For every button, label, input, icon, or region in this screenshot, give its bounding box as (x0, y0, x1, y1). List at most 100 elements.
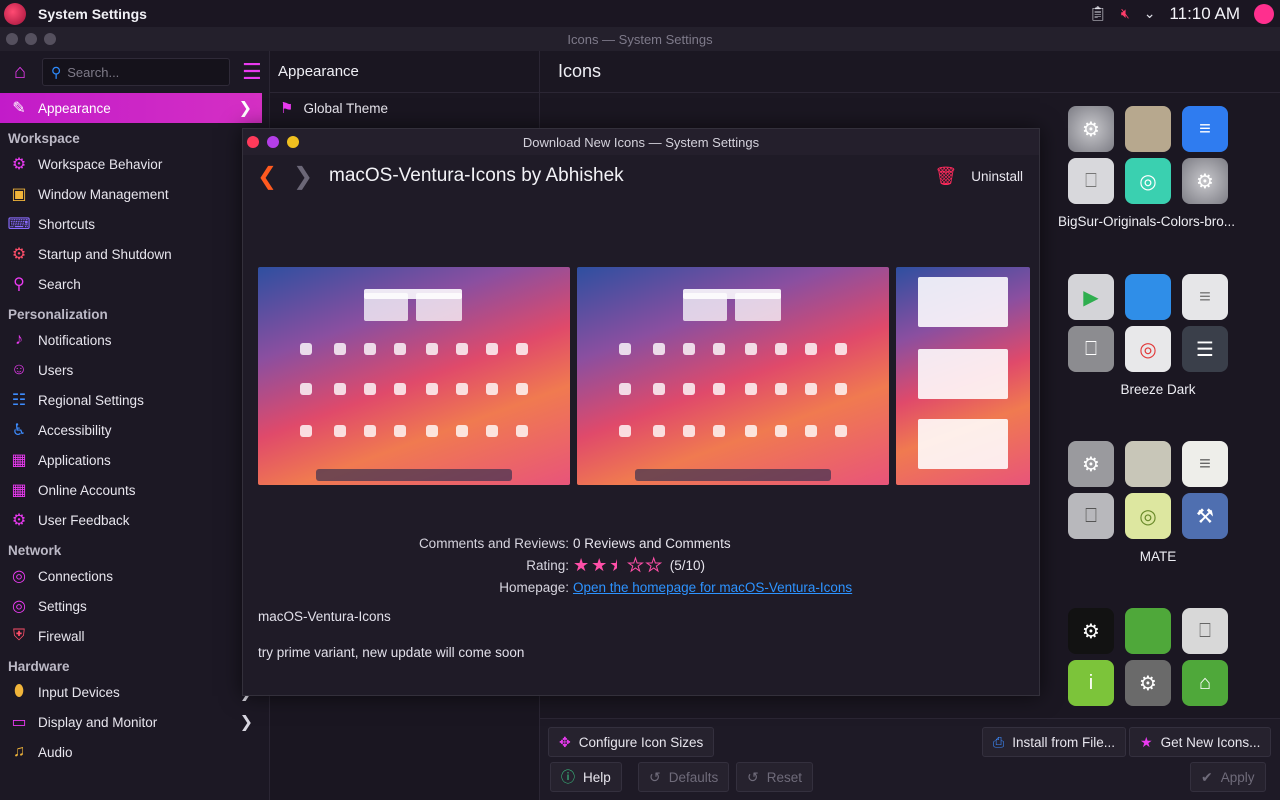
gear-icon: ⚙ (1068, 608, 1114, 654)
preview-screenshot[interactable] (577, 267, 889, 485)
back-arrow-icon[interactable]: ❮ (257, 162, 277, 191)
dialog-minimize-button[interactable] (267, 136, 279, 148)
home-icon[interactable]: ⌂ (8, 61, 32, 84)
sidebar-item-online-accounts[interactable]: ▦ Online Accounts (0, 475, 269, 505)
avatar[interactable] (1254, 3, 1274, 24)
preview-screenshot[interactable] (896, 267, 1030, 485)
homepage-label: Homepage: (499, 579, 569, 595)
reset-button[interactable]: ↺ Reset (736, 762, 814, 792)
keyboard-icon: ⌨ (7, 216, 31, 233)
rating-text: (5/10) (669, 557, 705, 573)
speaker-icon: ♫ (13, 743, 25, 760)
list-item-global-theme[interactable]: ⚑ Global Theme (270, 93, 539, 123)
apply-button[interactable]: ✔ Apply (1190, 762, 1266, 792)
install-from-file-button[interactable]: ⎙ Install from File... (982, 727, 1126, 757)
defaults-button[interactable]: ↺ Defaults (638, 762, 730, 792)
close-window-button[interactable] (6, 33, 18, 45)
reset-icon: ↺ (747, 768, 759, 785)
sidebar-item-regional-settings[interactable]: ☷ Regional Settings (0, 385, 269, 415)
dialog-close-button[interactable] (247, 136, 259, 148)
app-logo-icon[interactable] (4, 2, 26, 25)
get-new-icons-button[interactable]: ★ Get New Icons... (1129, 727, 1272, 757)
preview-screenshot[interactable] (258, 267, 570, 485)
bottom-action-bar: ✥ Configure Icon Sizes ⎙ Install from Fi… (540, 718, 1280, 800)
defaults-icon: ↺ (649, 768, 661, 785)
section-header-network: Network (8, 543, 62, 558)
uninstall-button[interactable]: 🗑︎ Uninstall (934, 166, 1023, 187)
search-input[interactable] (67, 64, 218, 80)
sidebar-item-notifications[interactable]: ♪ Notifications (0, 325, 269, 355)
dialog-title: Download New Icons — System Settings (522, 134, 760, 150)
file-install-icon: ⎙ (993, 733, 1005, 750)
folder-icon (1125, 106, 1171, 152)
comments-label: Comments and Reviews: (418, 535, 569, 551)
chevron-down-icon[interactable]: ⌄ (1144, 5, 1156, 22)
folder-icon (1125, 608, 1171, 654)
sidebar-item-window-management[interactable]: ▣ Window Management (0, 179, 269, 209)
search-icon: ⚲ (51, 63, 62, 80)
section-header-hardware: Hardware (8, 659, 70, 674)
icon-theme-breeze-dark[interactable]: ▶ ≡ ⎕ ◎ ☰ Breeze Dark (1058, 274, 1280, 397)
app-name: System Settings (38, 5, 147, 22)
gear-icon: ⚙ (11, 512, 27, 529)
sidebar-item-audio[interactable]: ♫ Audio (0, 737, 269, 767)
item-heading: macOS-Ventura-Icons by Abhishek (329, 165, 624, 186)
sidebar-item-display-monitor[interactable]: ▭ Display and Monitor ❯ (0, 707, 269, 737)
forward-arrow-icon[interactable]: ❯ (293, 162, 313, 191)
shield-icon: ⛨ (12, 627, 25, 644)
sidebar-item-workspace-behavior[interactable]: ⚙ Workspace Behavior (0, 149, 269, 179)
sidebar-item-users[interactable]: ☺ Users (0, 355, 269, 385)
dialog-titlebar: Download New Icons — System Settings (243, 129, 1039, 155)
document-icon: ≡ (1182, 106, 1228, 152)
mouse-icon: ⬮ (13, 683, 25, 700)
volume-muted-icon[interactable]: 🔇︎ (1121, 5, 1130, 22)
search-field[interactable]: ⚲ (42, 58, 230, 86)
document-icon: ≡ (1182, 274, 1228, 320)
icon-theme-green[interactable]: ⚙ ⎕ i ⚙ ⌂ (1058, 608, 1280, 706)
download-icons-dialog: Download New Icons — System Settings ❮ ❯… (242, 128, 1040, 696)
window-icon: ▣ (11, 186, 27, 203)
clock[interactable]: 11:10 AM (1169, 4, 1240, 24)
folder-icon (1125, 441, 1171, 487)
system-tray: 📋︎ 🔇︎ ⌄ 11:10 AM (1089, 0, 1280, 27)
sidebar-item-search[interactable]: ⚲ Search (0, 269, 269, 299)
section-header-personalization: Personalization (8, 307, 108, 322)
configure-icon-sizes-button[interactable]: ✥ Configure Icon Sizes (548, 727, 715, 757)
dialog-header: ❮ ❯ macOS-Ventura-Icons by Abhishek 🗑︎ U… (243, 155, 1039, 197)
language-icon: ☷ (11, 392, 27, 409)
description-title: macOS-Ventura-Icons (258, 609, 391, 624)
dialog-maximize-button[interactable] (287, 136, 299, 148)
accounts-icon: ▦ (11, 482, 27, 499)
help-icon: ⓘ (561, 769, 575, 785)
accessibility-icon: ♿ (11, 422, 27, 439)
sidebar-item-accessibility[interactable]: ♿ Accessibility (0, 415, 269, 445)
bell-icon: ♪ (15, 331, 23, 348)
sidebar-item-input-devices[interactable]: ⬮Input Devices❯ (0, 677, 269, 707)
sidebar-item-appearance[interactable]: ✎ Appearance ❯ (0, 93, 262, 123)
help-button[interactable]: ⓘ Help (550, 762, 622, 792)
sidebar-item-startup-shutdown[interactable]: ⚙ Startup and Shutdown (0, 239, 269, 269)
sidebar-item-applications[interactable]: ▦ Applications (0, 445, 269, 475)
clipboard-icon[interactable]: 📋︎ (1089, 5, 1107, 22)
description-body: try prime variant, new update will come … (258, 645, 525, 660)
gears-icon: ⚙ (1068, 441, 1114, 487)
settings-icon: ⚙ (1125, 660, 1171, 706)
sidebar-item-firewall[interactable]: ⛨ Firewall (0, 621, 269, 651)
rating-label: Rating: (526, 557, 569, 573)
home-folder-icon: ⌂ (1182, 660, 1228, 706)
icon-theme-mate[interactable]: ⚙ ≡ ⎕ ◎ ⚒ MATE (1058, 441, 1280, 564)
page-title: Icons (540, 51, 1280, 93)
minimize-window-button[interactable] (25, 33, 37, 45)
icon-theme-bigsur[interactable]: ⚙ ≡ ⎕ ◎ ⚙ BigSur-Originals-Colors-bro... (1058, 106, 1280, 229)
pane-title: Appearance (270, 51, 539, 93)
theme-name: BigSur-Originals-Colors-bro... (1058, 214, 1236, 229)
sidebar-item-user-feedback[interactable]: ⚙ User Feedback (0, 505, 269, 535)
resize-icon: ✥ (559, 733, 571, 750)
screenshot-carousel (258, 267, 1030, 487)
homepage-link[interactable]: Open the homepage for macOS-Ventura-Icon… (573, 580, 852, 595)
maximize-window-button[interactable] (44, 33, 56, 45)
sidebar-item-connections[interactable]: ◎ Connections (0, 561, 269, 591)
hamburger-menu-icon[interactable]: ☰ (242, 59, 262, 85)
sidebar-item-shortcuts[interactable]: ⌨ Shortcuts (0, 209, 269, 239)
sidebar-item-network-settings[interactable]: ◎ Settings (0, 591, 269, 621)
